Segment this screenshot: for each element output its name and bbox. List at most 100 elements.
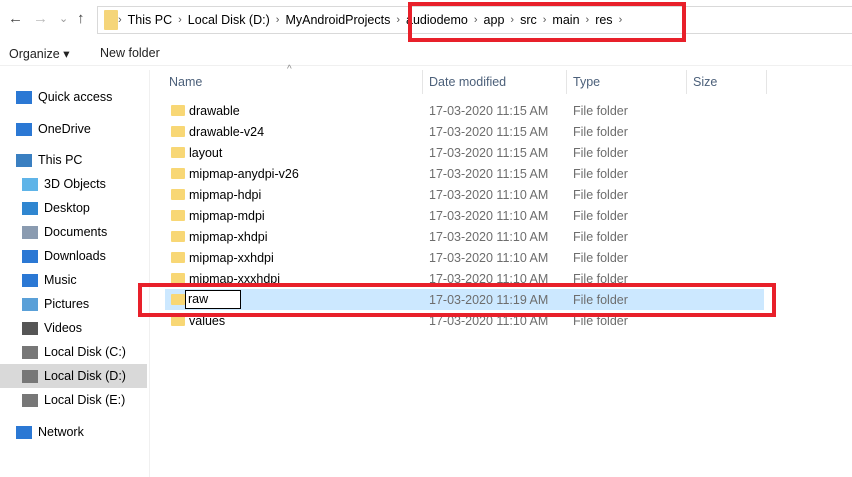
sidebar-item[interactable]: 3D Objects xyxy=(0,172,147,196)
file-row[interactable]: mipmap-anydpi-v26 17-03-2020 11:15 AM File… xyxy=(165,163,764,184)
sidebar-item-label: Videos xyxy=(44,321,82,335)
sidebar-item-label: 3D Objects xyxy=(44,177,106,191)
sidebar-item-label: This PC xyxy=(38,153,83,167)
back-button[interactable]: ← xyxy=(8,10,23,27)
breadcrumb-item[interactable]: This PC xyxy=(122,13,178,27)
file-row[interactable]: mipmap-xxhdpi 17-03-2020 11:10 AM File fol… xyxy=(165,247,764,268)
file-name: mipmap-xhdpi xyxy=(189,229,268,244)
file-name: layout xyxy=(189,145,223,160)
folder-icon xyxy=(104,10,118,30)
folder-icon xyxy=(171,105,185,116)
file-type: File folder xyxy=(573,166,628,181)
recent-locations-button[interactable]: ⌄ xyxy=(59,12,68,25)
star-icon xyxy=(16,90,32,104)
sidebar-item[interactable]: Local Disk (D:) xyxy=(0,364,147,388)
breadcrumb-item[interactable]: Local Disk (D:) xyxy=(182,13,276,27)
cube-icon xyxy=(22,177,38,191)
file-date: 17-03-2020 11:10 AM xyxy=(429,250,549,265)
sidebar-item[interactable]: Desktop xyxy=(0,196,147,220)
network-icon xyxy=(16,425,32,439)
column-header-name[interactable]: Name xyxy=(163,70,423,94)
file-row[interactable]: drawable-v24 17-03-2020 11:15 AM File fold… xyxy=(165,121,764,142)
file-name: mipmap-xxhdpi xyxy=(189,250,274,265)
drive-icon xyxy=(22,393,38,407)
folder-icon xyxy=(171,210,185,221)
sidebar-item[interactable]: Downloads xyxy=(0,244,147,268)
folder-icon xyxy=(171,168,185,179)
sidebar-item[interactable]: Videos xyxy=(0,316,147,340)
file-date: 17-03-2020 11:15 AM xyxy=(429,145,549,160)
cloud-icon xyxy=(16,122,32,136)
file-type: File folder xyxy=(573,103,628,118)
file-date: 17-03-2020 11:10 AM xyxy=(429,229,549,244)
folder-icon xyxy=(171,147,185,158)
sidebar-item-label: Local Disk (E:) xyxy=(44,393,126,407)
file-date: 17-03-2020 11:15 AM xyxy=(429,166,549,181)
sidebar-item[interactable]: Network xyxy=(0,420,147,444)
file-date: 17-03-2020 11:15 AM xyxy=(429,124,549,139)
sidebar-item-label: Downloads xyxy=(44,249,106,263)
sidebar-item[interactable]: Documents xyxy=(0,220,147,244)
sidebar-item-label: OneDrive xyxy=(38,122,91,136)
file-row[interactable]: mipmap-hdpi 17-03-2020 11:10 AM File folde… xyxy=(165,184,764,205)
sidebar-item[interactable]: Music xyxy=(0,268,147,292)
sidebar-item[interactable]: Local Disk (E:) xyxy=(0,388,147,412)
desktop-icon xyxy=(22,201,38,215)
folder-icon xyxy=(171,231,185,242)
file-type: File folder xyxy=(573,145,628,160)
sidebar-item[interactable]: This PC xyxy=(0,148,147,172)
sidebar-item[interactable]: Local Disk (C:) xyxy=(0,340,147,364)
file-type: File folder xyxy=(573,124,628,139)
command-bar: Organize ▾ New folder xyxy=(0,40,852,66)
folder-icon xyxy=(171,126,185,137)
highlight-box-raw-row xyxy=(138,283,776,317)
sidebar-item[interactable]: Pictures xyxy=(0,292,147,316)
sidebar-item[interactable]: OneDrive xyxy=(0,117,147,141)
folder-icon xyxy=(171,189,185,200)
sidebar-item[interactable]: Quick access xyxy=(0,85,147,109)
drive-icon xyxy=(22,345,38,359)
sidebar-item-label: Documents xyxy=(44,225,108,239)
drive-icon xyxy=(22,369,38,383)
column-label: Date modified xyxy=(429,75,507,89)
file-date: 17-03-2020 11:10 AM xyxy=(429,187,549,202)
file-type: File folder xyxy=(573,250,628,265)
navigation-pane: Quick access OneDrive This PC 3D Objects Des… xyxy=(0,70,150,477)
file-type: File folder xyxy=(573,208,628,223)
file-date: 17-03-2020 11:15 AM xyxy=(429,103,549,118)
file-date: 17-03-2020 11:10 AM xyxy=(429,208,549,223)
column-header-type[interactable]: Type xyxy=(567,70,687,94)
file-name: drawable xyxy=(189,103,240,118)
sidebar-item-label: Local Disk (D:) xyxy=(44,369,126,383)
file-name: mipmap-mdpi xyxy=(189,208,265,223)
breadcrumb-item[interactable]: MyAndroidProjects xyxy=(279,13,396,27)
music-icon xyxy=(22,273,38,287)
column-label: Size xyxy=(693,75,718,89)
highlight-box-breadcrumb xyxy=(408,2,686,42)
sidebar-item-label: Network xyxy=(38,425,84,439)
organize-button[interactable]: Organize ▾ xyxy=(9,46,69,61)
new-folder-button[interactable]: New folder xyxy=(100,46,160,60)
file-type: File folder xyxy=(573,187,628,202)
file-type: File folder xyxy=(573,229,628,244)
file-row[interactable]: mipmap-mdpi 17-03-2020 11:10 AM File folde… xyxy=(165,205,764,226)
pictures-icon xyxy=(22,297,38,311)
column-header-size[interactable]: Size xyxy=(687,70,767,94)
file-name: mipmap-anydpi-v26 xyxy=(189,166,299,181)
forward-button[interactable]: → xyxy=(33,10,48,27)
computer-icon xyxy=(16,153,32,167)
video-icon xyxy=(22,321,38,335)
file-row[interactable]: mipmap-xhdpi 17-03-2020 11:10 AM File fold… xyxy=(165,226,764,247)
sidebar-item-label: Desktop xyxy=(44,201,90,215)
column-label: Type xyxy=(573,75,601,89)
up-button[interactable]: ↑ xyxy=(77,10,85,27)
file-name: drawable-v24 xyxy=(189,124,265,139)
column-label: Name xyxy=(169,75,203,89)
sidebar-item-label: Local Disk (C:) xyxy=(44,345,126,359)
file-name: mipmap-hdpi xyxy=(189,187,262,202)
folder-icon xyxy=(171,252,185,263)
column-header-date[interactable]: Date modified xyxy=(423,70,567,94)
file-row[interactable]: layout 17-03-2020 11:15 AM File folder xyxy=(165,142,764,163)
file-row[interactable]: drawable 17-03-2020 11:15 AM File folder xyxy=(165,100,764,121)
document-icon xyxy=(22,225,38,239)
